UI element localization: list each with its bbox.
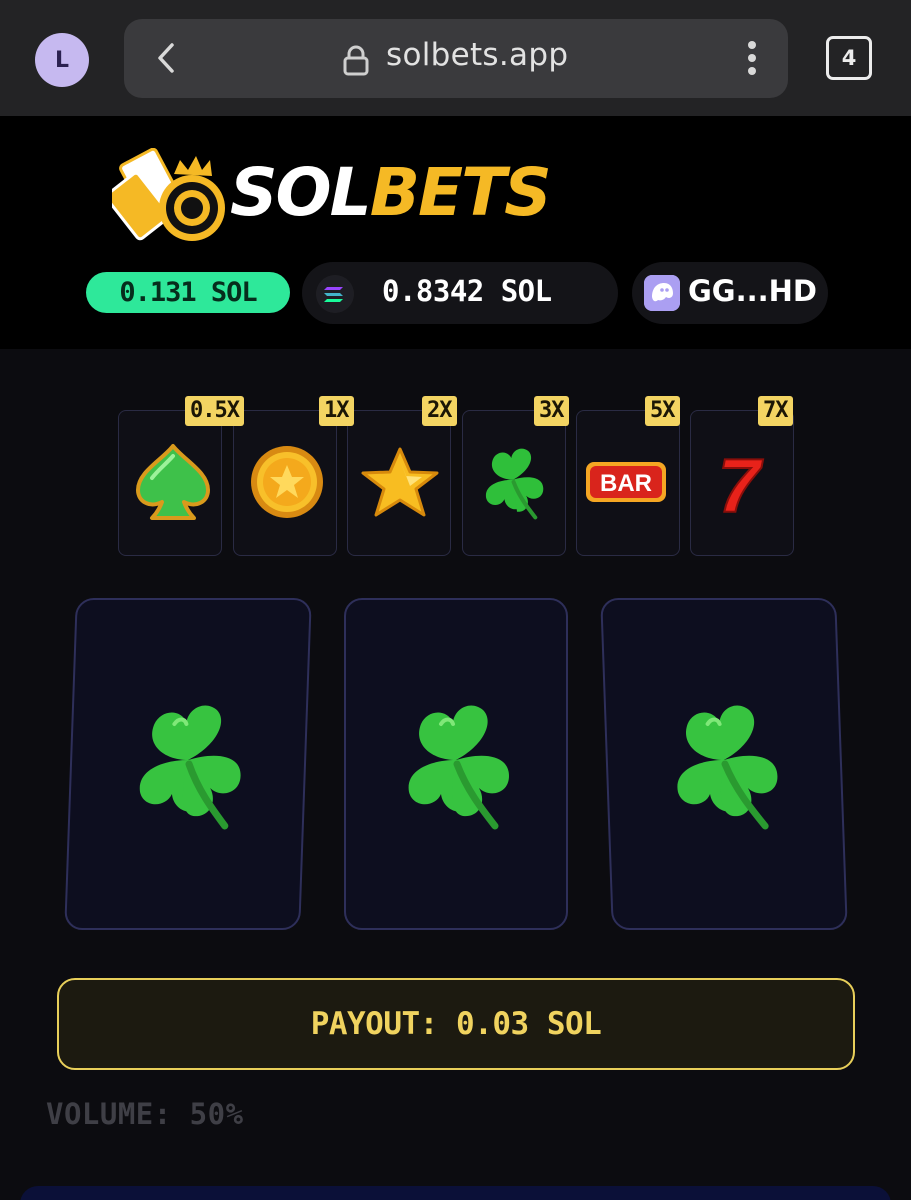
- multiplier-badge: 5X: [645, 396, 680, 426]
- reel-1: [64, 598, 312, 930]
- brand-sol: SOL: [230, 154, 372, 231]
- star-icon: [361, 447, 439, 517]
- multiplier-badge: 7X: [758, 396, 793, 426]
- multiplier-badge: 3X: [534, 396, 569, 426]
- solana-icon: [316, 275, 354, 313]
- wallet-balance-pill[interactable]: 0.8342 SOL: [302, 262, 618, 324]
- browser-toolbar: L solbets.app 4: [0, 0, 911, 116]
- clover-icon: [485, 448, 544, 520]
- wallet-address-pill[interactable]: GG...HD: [632, 262, 828, 324]
- lock-icon: [343, 45, 369, 76]
- payout-display: PAYOUT: 0.03 SOL: [57, 978, 855, 1070]
- volume-control[interactable]: VOLUME: 50%: [46, 1097, 244, 1131]
- clover-icon: [408, 705, 509, 830]
- address-bar[interactable]: solbets.app: [124, 19, 788, 98]
- phantom-wallet-icon: [644, 275, 680, 311]
- back-arrow-icon[interactable]: [152, 41, 182, 75]
- bar-icon: BAR: [586, 462, 666, 502]
- clover-icon: [139, 705, 241, 830]
- reel-3: [600, 598, 848, 930]
- seven-icon: 7: [717, 448, 765, 518]
- bar-label: BAR: [600, 470, 652, 497]
- multiplier-badge: 0.5X: [185, 396, 244, 426]
- reel-2: [344, 598, 568, 930]
- session-amount-badge[interactable]: 0.131 SOL: [86, 272, 290, 313]
- url-text: solbets.app: [386, 37, 569, 73]
- spade-icon: [136, 444, 210, 520]
- clover-icon: [677, 705, 778, 830]
- wallet-balance-text: 0.8342 SOL: [382, 274, 552, 308]
- multiplier-badge: 1X: [319, 396, 354, 426]
- brand-logo-text[interactable]: SOLBETS: [230, 160, 552, 226]
- more-menu-icon[interactable]: [746, 41, 758, 77]
- tab-switcher-button[interactable]: 4: [826, 36, 872, 80]
- bottom-panel: [20, 1186, 891, 1200]
- multiplier-badge: 2X: [422, 396, 457, 426]
- brand-bets: BETS: [369, 154, 552, 231]
- profile-avatar[interactable]: L: [35, 33, 89, 87]
- seven-label: 7: [718, 448, 764, 518]
- wallet-address-text: GG...HD: [688, 274, 817, 308]
- coin-icon: [251, 446, 323, 518]
- logo-cards-chip-icon: [112, 148, 225, 241]
